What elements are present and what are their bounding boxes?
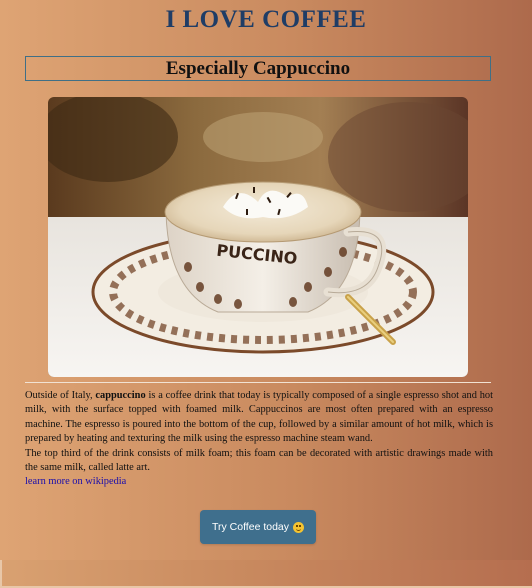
try-coffee-button[interactable]: Try Coffee today: [200, 510, 316, 544]
section-divider: [25, 382, 491, 383]
description-intro: Outside of Italy,: [25, 390, 96, 401]
try-coffee-label: Try Coffee today: [211, 521, 290, 533]
page-subtitle: Especially Cappuccino: [25, 56, 491, 81]
description-foam: The top third of the drink consists of m…: [25, 447, 493, 474]
wikipedia-link[interactable]: learn more on wikipedia: [25, 476, 126, 487]
page-title: I LOVE COFFEE: [165, 6, 367, 33]
description-keyword: cappuccino: [95, 390, 146, 401]
cappuccino-image: PUCCINO: [48, 97, 468, 377]
smiley-icon: [293, 521, 305, 533]
cappuccino-description: Outside of Italy, cappuccino is a coffee…: [25, 389, 493, 490]
